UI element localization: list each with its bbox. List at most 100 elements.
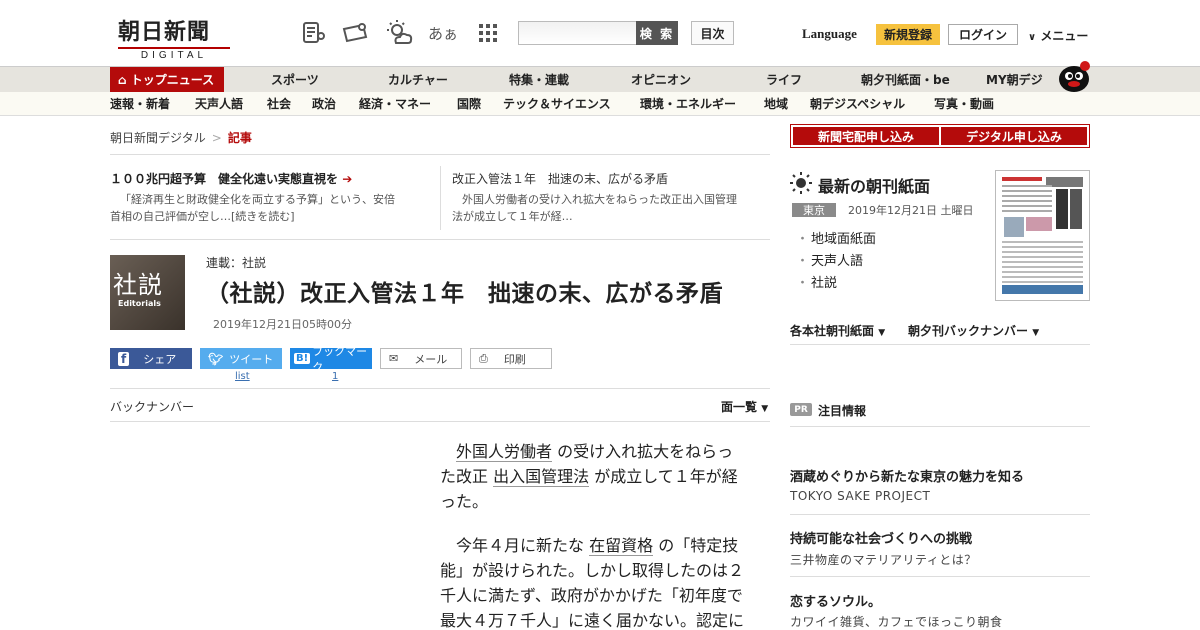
nav2-item-breaking[interactable]: 速報・新着 (110, 92, 170, 116)
pr-item-subtitle[interactable]: 三井物産のマテリアリティとは？ (790, 551, 977, 568)
divider (110, 421, 770, 422)
search-button[interactable]: 検 索 (636, 21, 678, 45)
nav2-item-tensei-jingo[interactable]: 天声人語 (195, 92, 243, 116)
keyword-link[interactable]: 出入国管理法 (493, 467, 590, 487)
article-date: 2019年12月21日05時00分 (213, 318, 352, 331)
site-logo[interactable]: 朝日新聞 DIGITAL (118, 14, 230, 61)
thumb-kanji: 社説 (113, 271, 163, 299)
hatena-bookmark-button[interactable]: B! ブックマーク (290, 345, 372, 374)
regional-editions-dropdown[interactable]: 各本社朝刊紙面 ▼ (790, 322, 885, 339)
weather-icon[interactable] (384, 18, 414, 48)
language-link[interactable]: Language (802, 26, 857, 42)
search-input[interactable] (518, 21, 638, 45)
nav2-item-society[interactable]: 社会 (267, 92, 291, 116)
breadcrumb-separator: > (211, 131, 222, 145)
newspaper-thumbnail[interactable] (995, 170, 1090, 301)
page-list-dropdown[interactable]: 面一覧 ▼ (721, 398, 768, 415)
pr-badge: PR (790, 403, 812, 416)
menu-label: メニュー (1040, 29, 1089, 43)
article-body: 外国人労働者 の受け入れ拡大をねらった改正 出入国管理法 が成立して１年が経った… (440, 439, 746, 630)
pr-item-title[interactable]: 恋するソウル。 (790, 591, 881, 610)
nav-item-sports[interactable]: スポーツ (271, 67, 319, 93)
divider (790, 344, 1090, 345)
home-icon: ⌂ (118, 73, 127, 87)
editorial-thumbnail: 社説 Editorials (110, 255, 185, 330)
login-button[interactable]: ログイン (948, 24, 1018, 45)
keyword-link[interactable]: 外国人労働者 (456, 442, 553, 462)
related-desc-line2: 首相の自己評価が空し…[続きを読む] (110, 210, 295, 223)
caret-down-icon: ▼ (761, 404, 769, 414)
hatena-count[interactable]: 1 (332, 371, 338, 382)
menu-button[interactable]: ∨ メニュー (1028, 27, 1088, 44)
subscribe-print-button[interactable]: 新聞宅配申し込み (793, 127, 939, 145)
pr-item-subtitle[interactable]: TOKYO SAKE PROJECT (790, 489, 930, 503)
subscribe-digital-button[interactable]: デジタル申し込み (941, 127, 1087, 145)
backnumber-link[interactable]: バックナンバー (110, 398, 194, 415)
nav2-item-international[interactable]: 国際 (457, 92, 481, 116)
nav2-item-special[interactable]: 朝デジスペシャル (810, 92, 905, 116)
latest-paper-title[interactable]: 最新の朝刊紙面 (818, 173, 930, 197)
nav2-item-economy[interactable]: 経済・マネー (359, 92, 431, 116)
divider (110, 388, 770, 389)
paper-link-editorial[interactable]: 社説 (796, 272, 837, 291)
paragraph: 今年４月に新たな 在留資格 の「特定技能」が設けられた。しかし取得したのは２千人… (440, 536, 745, 630)
sun-icon (790, 172, 812, 194)
article-headline: （社説）改正入管法１年 拙速の末、広がる矛盾 (206, 281, 723, 307)
related-desc-line2: 法が成立して１年が経… (452, 210, 573, 223)
nav2-item-region[interactable]: 地域 (764, 92, 788, 116)
nav-item-culture[interactable]: カルチャー (388, 67, 448, 93)
related-article-2[interactable]: 改正入管法１年 拙速の末、広がる矛盾 外国人労働者の受け入れ拡大をねらった改正出… (452, 170, 772, 225)
facebook-icon: f (118, 351, 130, 366)
toc-button[interactable]: 目次 (691, 21, 734, 45)
region-badge: 東京 (792, 203, 836, 217)
divider (110, 239, 770, 240)
related-desc-line1: 外国人労働者の受け入れ拡大をねらった改正出入国管理 (462, 193, 737, 206)
nav2-item-photo-video[interactable]: 写真・動画 (934, 92, 994, 116)
pr-item-title[interactable]: 持続可能な社会づくりへの挑戦 (790, 528, 972, 547)
pr-section-title: 注目情報 (818, 404, 867, 418)
nav-item-opinion[interactable]: オピニオン (631, 67, 691, 93)
nav-item-top-news[interactable]: ⌂ トップニュース (110, 67, 225, 93)
related-article-1[interactable]: １００兆円超予算 健全化遠い実態直視を ➔ 「経済再生と財政健全化を両立する予算… (110, 170, 430, 225)
nav-item-my-asadigi[interactable]: MY朝デジ (986, 67, 1043, 93)
font-size-icon[interactable]: あぁ (428, 18, 458, 48)
twitter-share-button[interactable]: 🐦︎ ツイート (200, 348, 282, 369)
related-title: １００兆円超予算 健全化遠い実態直視を ➔ (110, 172, 353, 186)
coupon-icon[interactable] (340, 18, 370, 48)
nav-item-label: トップニュース (130, 73, 215, 87)
twitter-count[interactable]: list (235, 371, 250, 382)
breadcrumb: 朝日新聞デジタル > 記事 (110, 129, 252, 146)
nav-item-features[interactable]: 特集・連載 (509, 67, 569, 93)
secondary-nav: 速報・新着 天声人語 社会 政治 経済・マネー 国際 テック＆サイエンス 環境・… (0, 92, 1200, 116)
related-desc-line1: 「経済再生と財政健全化を両立する予算」という、安倍 (120, 193, 395, 206)
subscription-bar: 新聞宅配申し込み デジタル申し込み (790, 124, 1090, 148)
series-label[interactable]: 連載：社説 (206, 254, 266, 271)
nav-item-life[interactable]: ライフ (766, 67, 802, 93)
nav2-item-environment[interactable]: 環境・エネルギー (640, 92, 736, 116)
paper-link-tensei-jingo[interactable]: 天声人語 (796, 250, 863, 269)
news-feed-icon[interactable] (299, 18, 329, 48)
keyword-link[interactable]: 在留資格 (589, 536, 654, 556)
apps-grid-icon[interactable] (473, 18, 503, 48)
divider (790, 514, 1090, 515)
paragraph: 外国人労働者 の受け入れ拡大をねらった改正 出入国管理法 が成立して１年が経った… (440, 442, 738, 511)
nav-item-print-edition[interactable]: 朝夕刊紙面・be (861, 67, 950, 93)
mail-share-button[interactable]: ✉ メール (380, 348, 462, 369)
facebook-share-button[interactable]: f シェア (110, 348, 192, 369)
hatena-icon: B! (294, 353, 311, 364)
pr-item-subtitle[interactable]: カワイイ雑貨、カフェでほっこり朝食 (790, 613, 1003, 630)
paper-backnumber-dropdown[interactable]: 朝夕刊バックナンバー ▼ (908, 322, 1039, 339)
related-title: 改正入管法１年 拙速の末、広がる矛盾 (452, 172, 669, 186)
mail-icon: ✉ (389, 352, 399, 365)
mascot-icon[interactable] (1056, 57, 1092, 93)
divider (790, 426, 1090, 427)
thumb-english: Editorials (118, 299, 161, 308)
nav2-item-politics[interactable]: 政治 (312, 92, 336, 116)
paper-link-region[interactable]: 地域面紙面 (796, 228, 876, 247)
register-button[interactable]: 新規登録 (876, 24, 940, 45)
pr-item-title[interactable]: 酒蔵めぐりから新たな東京の魅力を知る (790, 466, 1024, 485)
breadcrumb-home[interactable]: 朝日新聞デジタル (110, 131, 206, 145)
nav2-item-tech-science[interactable]: テック＆サイエンス (503, 92, 611, 116)
logo-main: 朝日新聞 (118, 19, 211, 45)
print-button[interactable]: ⎙ 印刷 (470, 348, 552, 369)
